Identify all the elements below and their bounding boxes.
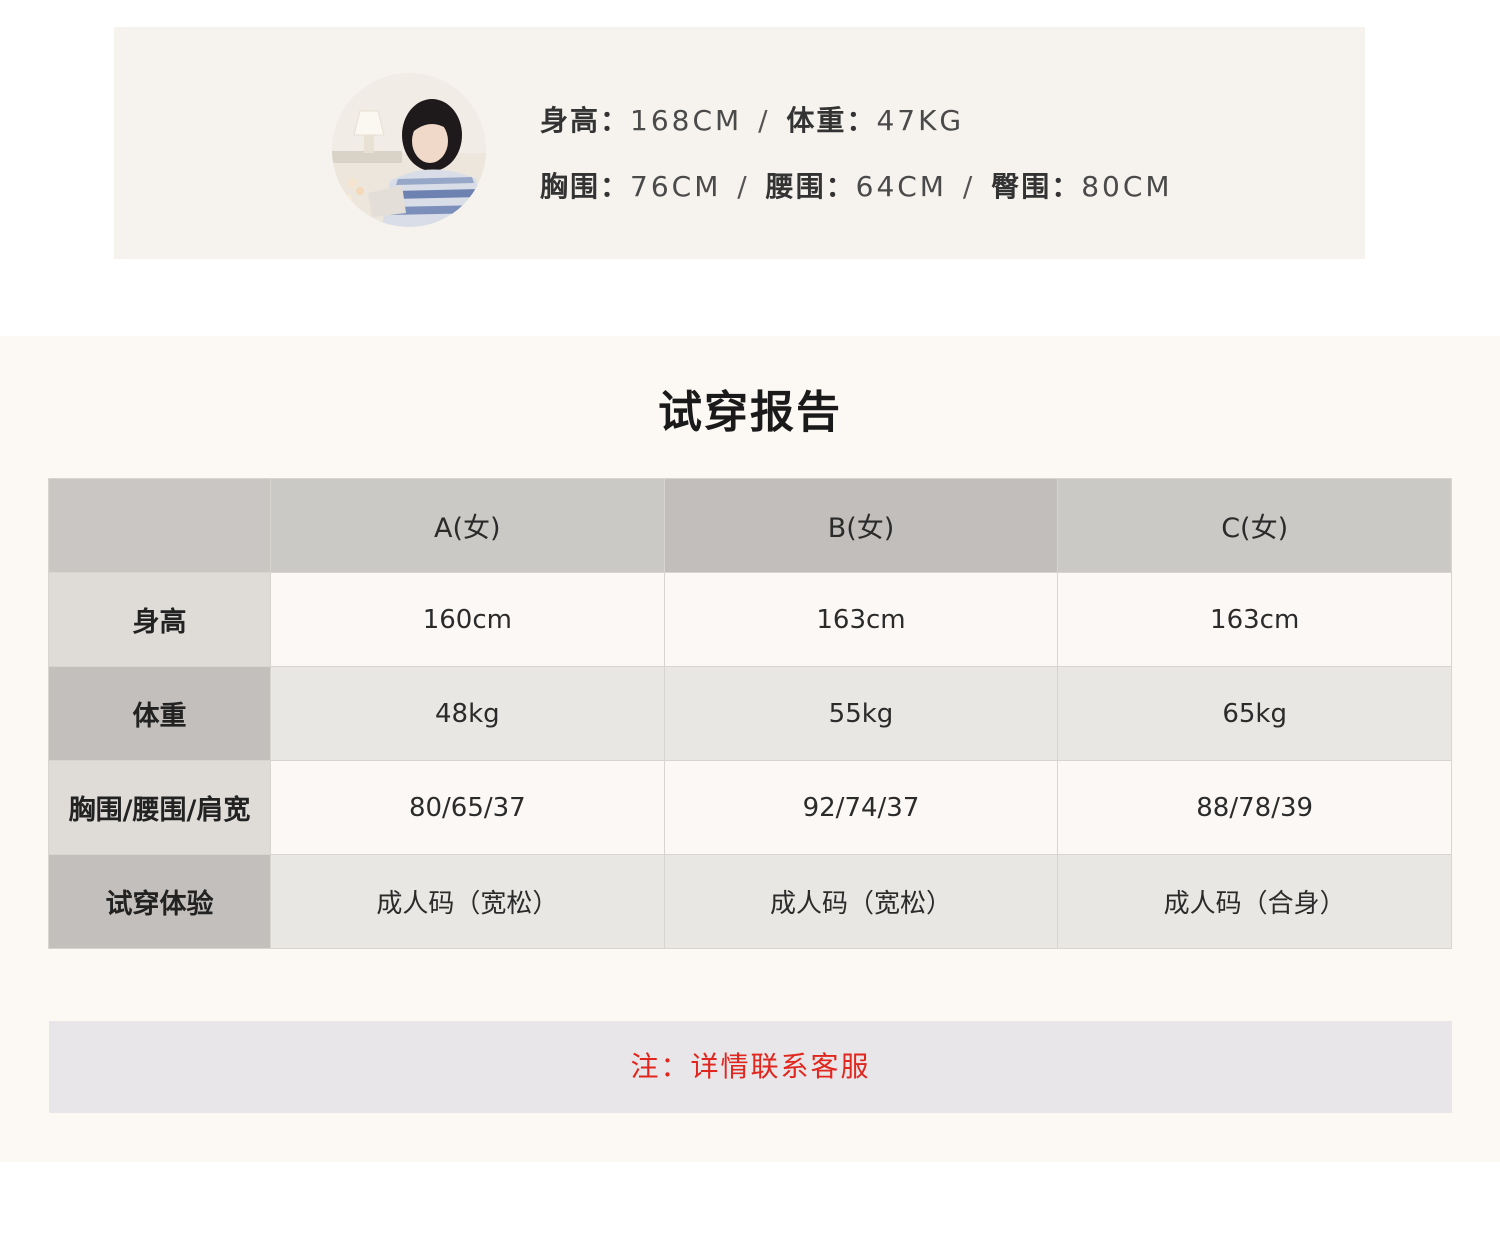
model-bust-label: 胸围： [540,170,631,203]
table-cell: 160cm [270,572,665,667]
fit-report-section: 试穿报告 A(女) B(女) C(女) 身高 160cm 163cm 163cm… [0,336,1500,1162]
table-cell: 92/74/37 [663,760,1059,855]
report-title: 试穿报告 [658,387,842,438]
model-weight-value: 47KG [876,104,965,137]
table-header-row: A(女) B(女) C(女) [48,478,1452,573]
separator: / [962,170,976,203]
column-header-c: C(女) [1057,478,1452,573]
column-header-a: A(女) [270,478,665,573]
table-cell: 成人码（宽松） [270,854,665,949]
model-waist-value: 64CM [855,170,947,203]
row-label-height: 身高 [48,572,271,667]
separator: / [758,104,771,137]
table-cell: 88/78/39 [1057,760,1452,855]
model-weight-label: 体重： [786,104,877,137]
model-hip-value: 80CM [1081,170,1173,203]
table-row: 胸围/腰围/肩宽 80/65/37 92/74/37 88/78/39 [48,760,1452,855]
column-header-b: B(女) [663,478,1059,573]
table-row: 身高 160cm 163cm 163cm [48,572,1452,667]
table-cell: 成人码（合身） [1057,854,1452,949]
table-cell: 65kg [1057,666,1452,761]
model-bust-value: 76CM [630,170,722,203]
row-label-fit-experience: 试穿体验 [48,854,271,949]
model-measure-line-1: 身高：168CM / 体重：47KG [540,99,964,139]
model-waist-label: 腰围： [765,170,856,203]
table-row: 体重 48kg 55kg 65kg [48,666,1452,761]
row-label-weight: 体重 [48,666,271,761]
contact-note: 注：详情联系客服 [49,1021,1452,1113]
table-corner-cell [48,478,271,573]
fit-report-table: A(女) B(女) C(女) 身高 160cm 163cm 163cm 体重 4… [48,478,1452,949]
row-label-measurements: 胸围/腰围/肩宽 [48,760,271,855]
separator: / [737,170,750,203]
table-cell: 成人码（宽松） [663,854,1059,949]
model-hip-label: 臀围： [991,170,1082,203]
model-photo-image [332,73,486,227]
model-avatar [332,73,486,227]
table-cell: 55kg [663,666,1059,761]
table-cell: 163cm [1057,572,1452,667]
model-height-value: 168CM [630,104,743,137]
table-cell: 163cm [663,572,1059,667]
model-measure-line-2: 胸围：76CM / 腰围：64CM / 臀围：80CM [540,165,1173,205]
model-info-card: 身高：168CM / 体重：47KG 胸围：76CM / 腰围：64CM / 臀… [114,27,1365,259]
model-height-label: 身高： [540,104,631,137]
table-row: 试穿体验 成人码（宽松） 成人码（宽松） 成人码（合身） [48,854,1452,949]
table-cell: 80/65/37 [270,760,665,855]
table-cell: 48kg [270,666,665,761]
